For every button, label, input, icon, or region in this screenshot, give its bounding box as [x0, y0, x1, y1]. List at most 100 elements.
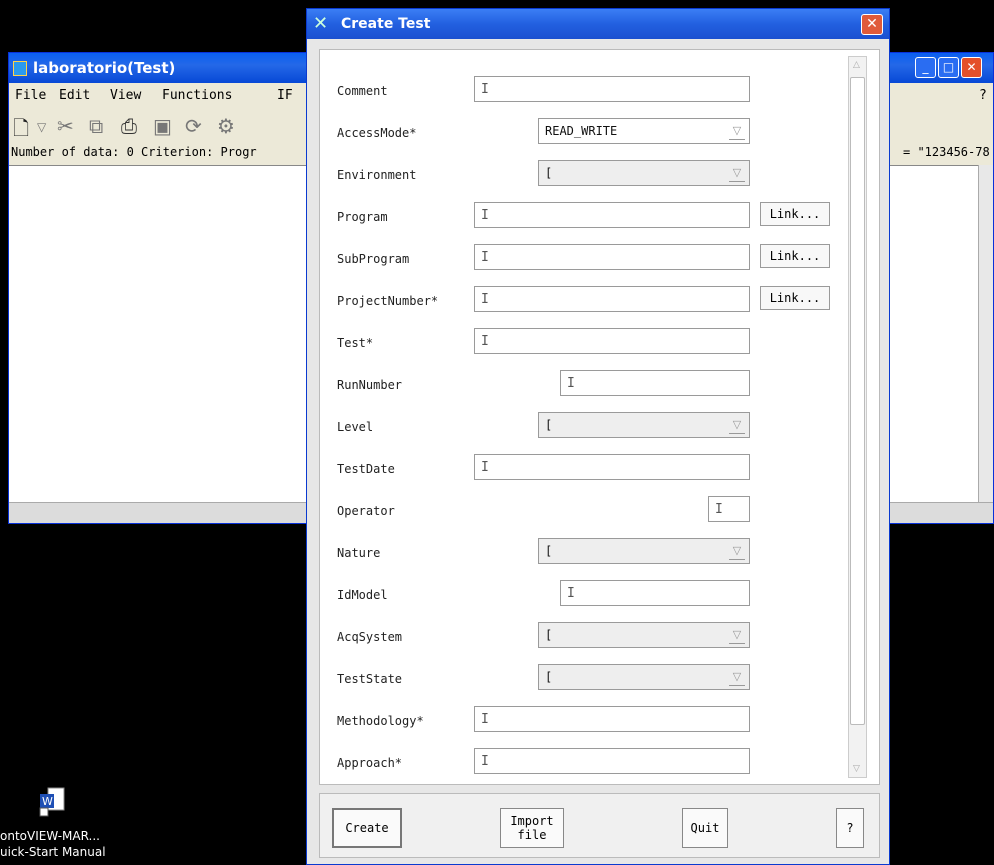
quit-button[interactable]: Quit: [682, 808, 728, 848]
idmodel-input[interactable]: I: [560, 580, 750, 606]
field-label: Program: [337, 210, 388, 224]
scroll-down-icon[interactable]: ▽: [850, 762, 863, 776]
teststate-select[interactable]: [ ▽: [538, 664, 750, 690]
create-button[interactable]: Create: [332, 808, 402, 848]
combo-value: [: [545, 166, 553, 180]
projectnumber-link-button[interactable]: Link...: [760, 286, 830, 310]
comment-input[interactable]: I: [474, 76, 750, 102]
window-title: laboratorio(Test): [33, 59, 176, 77]
import-label: Import: [510, 814, 554, 828]
word-document-icon[interactable]: W: [36, 786, 68, 818]
scroll-thumb[interactable]: [850, 77, 865, 725]
vertical-scrollbar[interactable]: [978, 165, 993, 503]
desktop-icon-label[interactable]: ontoVIEW-MAR... uick-Start Manual: [0, 828, 160, 860]
testdate-input[interactable]: I: [474, 454, 750, 480]
combo-value: [: [545, 418, 553, 432]
maximize-button[interactable]: □: [938, 57, 959, 78]
help-button[interactable]: ?: [836, 808, 864, 848]
accessmode-select[interactable]: READ_WRITE ▽: [538, 118, 750, 144]
dropdown-arrow-icon[interactable]: ▽: [37, 120, 46, 134]
field-label: Operator: [337, 504, 395, 518]
chevron-down-icon[interactable]: ▽: [729, 417, 745, 434]
copy-icon[interactable]: ⧉: [89, 114, 103, 138]
field-level: Level [ ▽: [320, 406, 850, 448]
refresh-icon[interactable]: ⟳: [185, 114, 202, 138]
operator-input[interactable]: I: [708, 496, 750, 522]
field-label: Comment: [337, 84, 388, 98]
close-window-button[interactable]: ✕: [961, 57, 982, 78]
dialog-titlebar[interactable]: ✕ Create Test ✕: [307, 9, 889, 39]
projectnumber-input[interactable]: I: [474, 286, 750, 312]
menu-edit[interactable]: Edit: [59, 88, 90, 103]
field-label: AccessMode*: [337, 126, 417, 140]
form-scrollbar[interactable]: △ ▽: [848, 56, 867, 778]
program-input[interactable]: I: [474, 202, 750, 228]
combo-value: [: [545, 544, 553, 558]
dialog-title: Create Test: [341, 16, 431, 32]
cut-icon[interactable]: ✂: [57, 114, 74, 138]
status-left: Number of data: 0 Criterion: Progr: [11, 145, 257, 159]
field-label: ProjectNumber*: [337, 294, 439, 308]
settings-icon[interactable]: ⚙: [217, 114, 235, 138]
status-right: = "123456-78: [903, 145, 990, 159]
field-operator: Operator I: [320, 490, 850, 532]
field-runnumber: RunNumber I: [320, 364, 850, 406]
acqsystem-select[interactable]: [ ▽: [538, 622, 750, 648]
field-label: Nature: [337, 546, 381, 560]
menu-if[interactable]: IF: [277, 88, 293, 103]
approach-input[interactable]: I: [474, 748, 750, 774]
chevron-down-icon[interactable]: ▽: [729, 123, 745, 140]
combo-value: READ_WRITE: [545, 124, 618, 138]
print-icon[interactable]: ⎙: [121, 114, 137, 138]
subprogram-input[interactable]: I: [474, 244, 750, 270]
dialog-footer: Create Import file Quit ?: [319, 793, 880, 858]
scroll-up-icon[interactable]: △: [850, 58, 863, 72]
environment-select[interactable]: [ ▽: [538, 160, 750, 186]
app-icon: [13, 61, 27, 76]
chevron-down-icon[interactable]: ▽: [729, 165, 745, 182]
field-idmodel: IdModel I: [320, 574, 850, 616]
field-label: AcqSystem: [337, 630, 403, 644]
preview-icon[interactable]: ▣: [153, 114, 172, 138]
field-testdate: TestDate I: [320, 448, 850, 490]
menu-file[interactable]: File: [15, 88, 46, 103]
runnumber-input[interactable]: I: [560, 370, 750, 396]
field-environment: Environment [ ▽: [320, 154, 850, 196]
menu-view[interactable]: View: [110, 88, 141, 103]
menu-help[interactable]: ?: [979, 88, 987, 103]
combo-value: [: [545, 670, 553, 684]
new-file-icon[interactable]: 🗋: [13, 114, 29, 148]
import-file-button[interactable]: Import file: [500, 808, 564, 848]
x-logo-icon: ✕: [313, 13, 329, 34]
menu-functions[interactable]: Functions: [162, 88, 232, 103]
field-label: Test*: [337, 336, 374, 350]
subprogram-link-button[interactable]: Link...: [760, 244, 830, 268]
chevron-down-icon[interactable]: ▽: [729, 543, 745, 560]
minimize-button[interactable]: _: [915, 57, 936, 78]
combo-value: [: [545, 628, 553, 642]
chevron-down-icon[interactable]: ▽: [729, 669, 745, 686]
field-comment: Comment I: [320, 70, 850, 112]
field-teststate: TestState [ ▽: [320, 658, 850, 700]
test-input[interactable]: I: [474, 328, 750, 354]
field-accessmode: AccessMode* READ_WRITE ▽: [320, 112, 850, 154]
methodology-input[interactable]: I: [474, 706, 750, 732]
field-label: TestDate: [337, 462, 395, 476]
program-link-button[interactable]: Link...: [760, 202, 830, 226]
file-label: file: [517, 828, 547, 842]
field-label: RunNumber: [337, 378, 403, 392]
svg-text:W: W: [42, 795, 53, 808]
nature-select[interactable]: [ ▽: [538, 538, 750, 564]
close-dialog-button[interactable]: ✕: [861, 14, 883, 35]
field-subprogram: SubProgram I Link...: [320, 238, 850, 280]
field-acqsystem: AcqSystem [ ▽: [320, 616, 850, 658]
field-program: Program I Link...: [320, 196, 850, 238]
chevron-down-icon[interactable]: ▽: [729, 627, 745, 644]
field-label: Methodology*: [337, 714, 424, 728]
field-label: IdModel: [337, 588, 388, 602]
field-label: Environment: [337, 168, 417, 182]
desktop-icon-label-line1: ontoVIEW-MAR...: [0, 829, 100, 843]
field-approach: Approach* I: [320, 742, 850, 784]
form-panel: Comment I AccessMode* READ_WRITE ▽ Envir…: [319, 49, 880, 785]
level-select[interactable]: [ ▽: [538, 412, 750, 438]
